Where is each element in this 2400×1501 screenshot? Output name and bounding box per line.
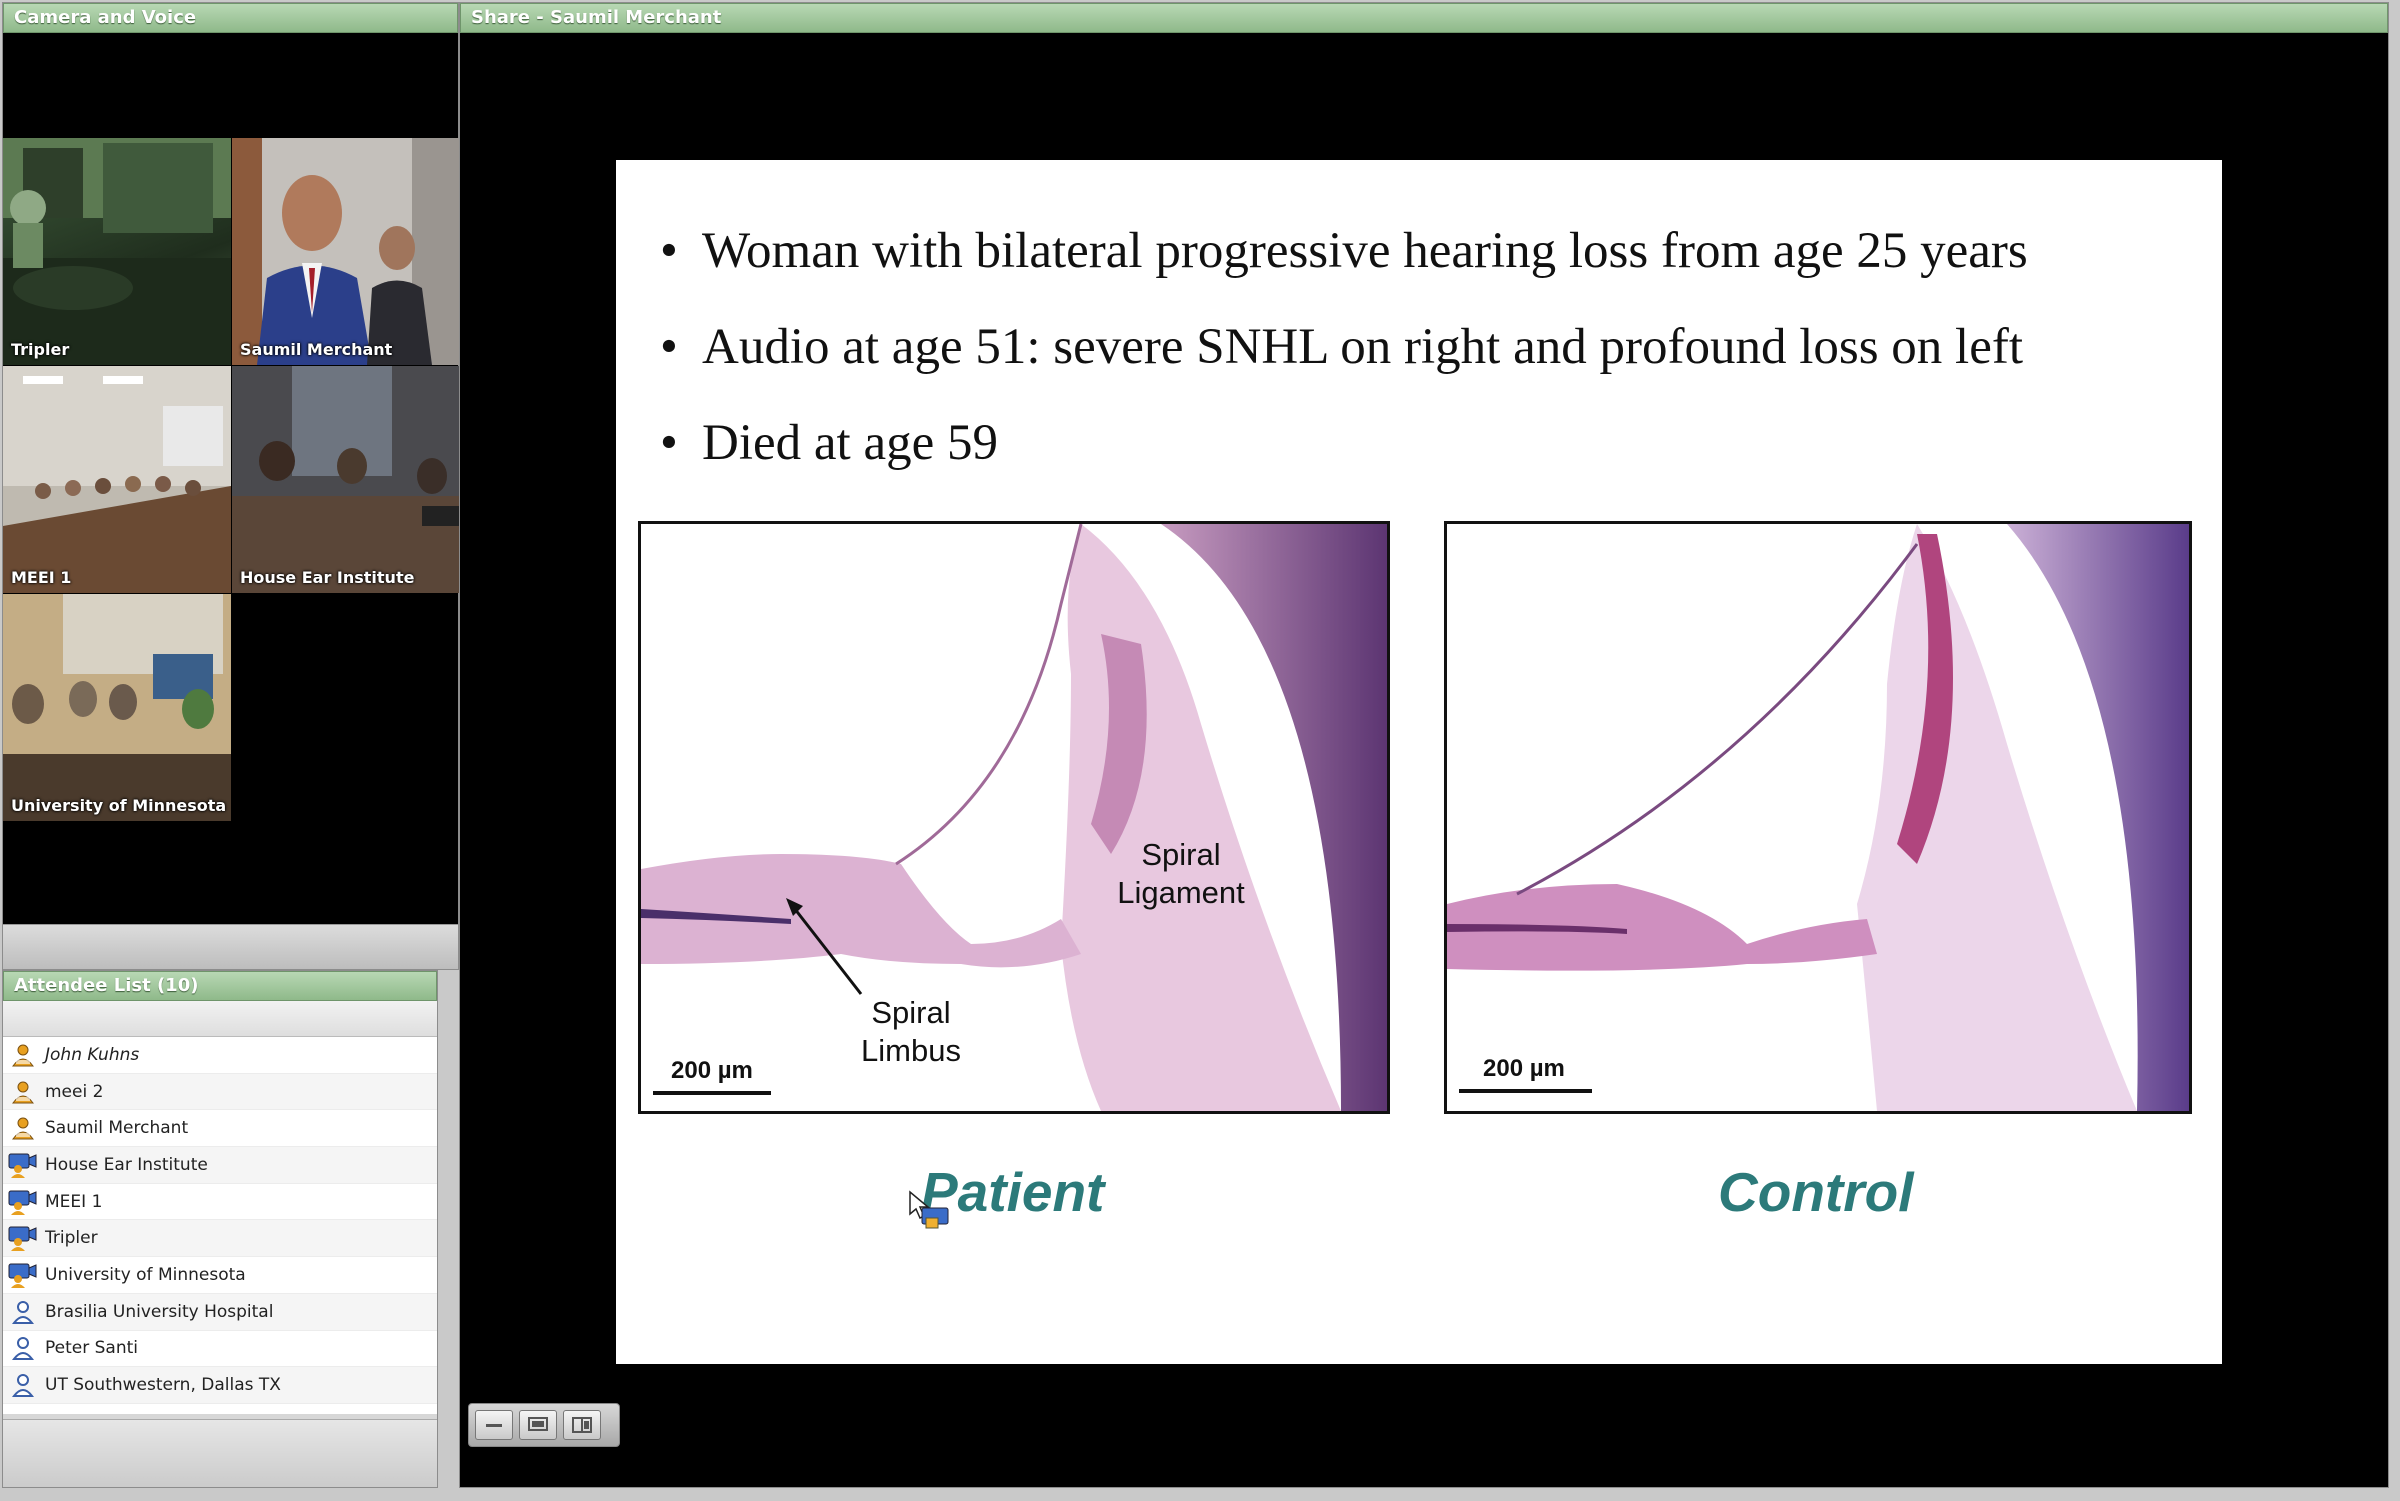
slide-bullet: • Woman with bilateral progressive hearin… [660,223,2028,279]
histology-image-patient [641,524,1387,1111]
video-tile-meei-1[interactable]: MEEI 1 [3,366,231,593]
video-tile-house-ear-institute[interactable]: House Ear Institute [232,366,460,593]
slide-bullet: • Audio at age 51: severe SNHL on right a… [660,319,2024,375]
video-user-icon [3,1189,43,1215]
view-mode-toolbar [468,1403,620,1447]
bullet-glyph: • [660,415,678,471]
video-feed-conference-room [3,594,231,821]
minimize-view-button[interactable] [475,1410,513,1440]
attendee-name: Tripler [45,1228,98,1249]
video-user-icon [3,1262,43,1288]
scale-bar-label: 200 µm [671,1057,753,1084]
attendee-name: Brasilia University Hospital [45,1301,274,1322]
attendee-name: MEEI 1 [45,1191,103,1212]
attendee-row[interactable]: meei 2 [3,1073,437,1111]
camera-voice-panel: Camera and Voice Tripler Saumil Merchant [2,2,460,970]
camera-panel-footer [3,924,458,969]
attendee-row[interactable]: Brasilia University Hospital [3,1293,437,1331]
host-user-icon [3,1079,43,1105]
attendee-row[interactable]: Peter Santi [3,1331,437,1368]
user-icon [3,1335,43,1361]
attendee-row[interactable]: UT Southwestern, Dallas TX [3,1367,437,1404]
bullet-glyph: • [660,223,678,279]
share-panel: Share - Saumil Merchant • Woman with bila… [459,2,2389,1488]
user-icon [3,1299,43,1325]
attendee-row[interactable]: House Ear Institute [3,1147,437,1184]
label-spiral-limbus: Spiral Limbus [861,995,961,1068]
screen-icon [528,1417,548,1431]
video-caption: Saumil Merchant [240,340,393,359]
caption-control: Control [1718,1161,1914,1223]
video-caption: University of Minnesota [11,796,227,815]
histology-image-control [1447,524,2189,1111]
minus-icon [486,1424,502,1427]
video-tile-university-of-minnesota[interactable]: University of Minnesota [3,594,231,821]
patient-micrograph: Spiral Ligament Spiral Limbus 200 µm [638,521,1390,1114]
single-view-button[interactable] [519,1410,557,1440]
attendee-row[interactable]: University of Minnesota [3,1257,437,1294]
video-feed-conference-room [232,366,460,593]
user-icon [3,1372,43,1398]
split-view-button[interactable] [563,1410,601,1440]
camera-panel-title[interactable]: Camera and Voice [3,3,458,33]
attendee-panel-footer [3,1419,437,1487]
video-feed-tripler [3,138,231,365]
video-feed-speaker [232,138,460,365]
attendee-name: Saumil Merchant [45,1118,189,1139]
video-tile-saumil-merchant[interactable]: Saumil Merchant [232,138,460,365]
control-micrograph: 200 µm [1444,521,2192,1114]
video-caption: House Ear Institute [240,568,415,587]
bullet-glyph: • [660,319,678,375]
share-panel-title[interactable]: Share - Saumil Merchant [460,3,2388,33]
video-user-icon [3,1152,43,1178]
attendee-name: Peter Santi [45,1338,138,1359]
attendee-name: John Kuhns [45,1044,140,1065]
attendee-row[interactable]: John Kuhns [3,1037,437,1074]
video-feed-conference-room [3,366,231,593]
attendee-name: meei 2 [45,1081,104,1102]
split-screen-icon [572,1417,592,1433]
mouse-cursor-icon [909,1190,949,1229]
attendee-list: John Kuhns meei 2 Saumil Merchant House Ear… [3,1037,437,1414]
attendee-name: UT Southwestern, Dallas TX [45,1375,281,1396]
host-user-icon [3,1042,43,1068]
video-caption: Tripler [11,340,70,359]
attendee-row[interactable]: Tripler [3,1220,437,1258]
slide-bullet: • Died at age 59 [660,415,998,471]
attendee-panel-title[interactable]: Attendee List (10) [3,971,437,1001]
attendee-list-panel: Attendee List (10) John Kuhns meei 2 Saumi… [2,970,438,1488]
attendee-row[interactable]: Saumil Merchant [3,1110,437,1148]
video-user-icon [3,1225,43,1252]
video-tile-tripler[interactable]: Tripler [3,138,231,365]
video-caption: MEEI 1 [11,568,72,587]
attendee-row[interactable]: MEEI 1 [3,1184,437,1221]
label-spiral-ligament: Spiral Ligament [1117,837,1245,910]
attendee-name: University of Minnesota [45,1264,246,1285]
attendee-name: House Ear Institute [45,1154,208,1175]
scale-bar-label: 200 µm [1483,1055,1565,1082]
presentation-slide: • Woman with bilateral progressive hearin… [616,160,2222,1364]
attendee-list-header [3,1001,437,1037]
host-user-icon [3,1115,43,1141]
